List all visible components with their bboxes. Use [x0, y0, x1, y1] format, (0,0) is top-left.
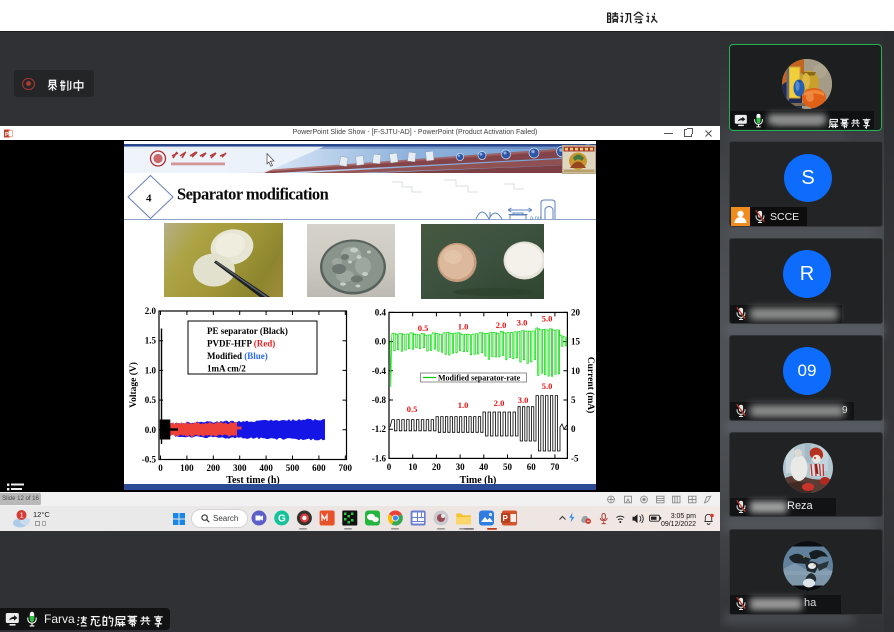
svg-text:0.5: 0.5 [145, 395, 157, 405]
svg-text:300: 300 [233, 463, 247, 473]
svg-text:1.0: 1.0 [458, 400, 469, 410]
svg-text:600: 600 [312, 463, 326, 473]
svg-text:Voltage (V): Voltage (V) [128, 362, 139, 408]
svg-text:P: P [503, 514, 509, 523]
svg-text:70: 70 [550, 462, 560, 472]
svg-text:20: 20 [571, 307, 581, 317]
svg-text:0.5: 0.5 [418, 323, 429, 333]
svg-text:0.4: 0.4 [375, 307, 387, 317]
svg-text:1: 1 [20, 513, 24, 520]
svg-text:-1.6: -1.6 [372, 453, 387, 463]
svg-text:-0.5: -0.5 [142, 454, 157, 464]
svg-text:5: 5 [571, 395, 576, 405]
svg-text:-0.4: -0.4 [372, 365, 387, 375]
svg-text:1.0: 1.0 [145, 365, 157, 375]
svg-text:0: 0 [387, 462, 392, 472]
svg-text:PE separator (Black): PE separator (Black) [207, 326, 288, 336]
svg-text:Modified (Blue): Modified (Blue) [207, 351, 268, 361]
svg-text:5.0: 5.0 [542, 313, 553, 323]
svg-text:10: 10 [408, 462, 418, 472]
svg-text:200: 200 [207, 463, 221, 473]
svg-text:20: 20 [432, 462, 442, 472]
svg-text:2.0: 2.0 [496, 320, 507, 330]
svg-text:700: 700 [339, 463, 353, 473]
svg-text:1.0: 1.0 [458, 321, 469, 331]
svg-text:3:05 pm: 3:05 pm [671, 513, 696, 520]
svg-text:15: 15 [571, 336, 581, 346]
svg-text:4: 4 [146, 192, 152, 204]
svg-text:2.0: 2.0 [145, 306, 157, 316]
svg-text:0: 0 [571, 424, 576, 434]
svg-text:-5: -5 [571, 453, 579, 463]
svg-text:50: 50 [503, 462, 513, 472]
svg-text:-1.2: -1.2 [372, 424, 387, 434]
svg-text:a·nu: a·nu [530, 215, 541, 221]
svg-text:30: 30 [456, 462, 466, 472]
svg-text:Separator modification: Separator modification [177, 184, 329, 203]
svg-text:40: 40 [479, 462, 489, 472]
svg-text:Modified separator-rate: Modified separator-rate [438, 373, 521, 382]
svg-text:0.0: 0.0 [375, 336, 387, 346]
svg-text:10: 10 [571, 365, 581, 375]
svg-text:500: 500 [286, 463, 300, 473]
svg-text:5.0: 5.0 [542, 381, 553, 391]
svg-text:Current (mA): Current (mA) [585, 356, 596, 413]
svg-text:0.5: 0.5 [407, 404, 418, 414]
svg-text:G: G [278, 513, 286, 524]
svg-text:-0.8: -0.8 [372, 395, 387, 405]
svg-text:60: 60 [527, 462, 537, 472]
svg-text:1mA cm/2: 1mA cm/2 [207, 363, 246, 373]
svg-text:09/12/2022: 09/12/2022 [661, 521, 696, 528]
svg-text:100: 100 [180, 463, 194, 473]
svg-text:PVDF-HFP (Red): PVDF-HFP (Red) [207, 338, 275, 348]
svg-text:1.5: 1.5 [145, 335, 157, 345]
svg-text:0: 0 [158, 463, 163, 473]
svg-text:2.0: 2.0 [494, 398, 505, 408]
svg-text:400: 400 [259, 463, 273, 473]
svg-text:0.0: 0.0 [145, 424, 157, 434]
svg-text:3.0: 3.0 [518, 395, 529, 405]
svg-text:3.0: 3.0 [517, 317, 528, 327]
